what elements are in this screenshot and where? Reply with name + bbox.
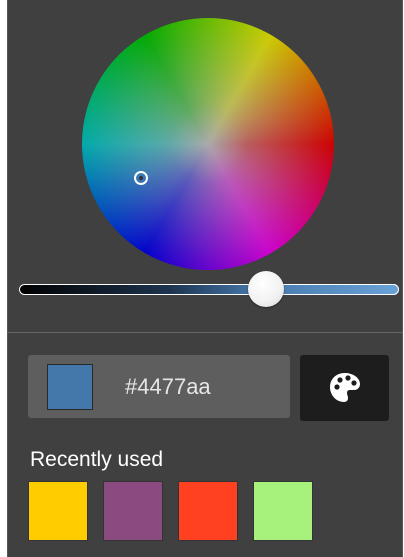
recent-swatch-3[interactable]: [178, 481, 238, 541]
palette-button[interactable]: [300, 355, 389, 421]
recently-used-label: Recently used: [30, 448, 164, 471]
hex-input[interactable]: #4477aa: [125, 372, 211, 402]
brightness-slider-handle[interactable]: [248, 271, 284, 307]
recent-swatch-4[interactable]: [253, 481, 313, 541]
palette-icon: [330, 373, 360, 402]
color-wheel[interactable]: [82, 18, 334, 270]
recent-swatches: [28, 481, 313, 541]
recent-swatch-2[interactable]: [103, 481, 163, 541]
recent-swatch-1[interactable]: [28, 481, 88, 541]
divider: [7, 332, 403, 333]
color-wheel-selector[interactable]: [134, 171, 148, 185]
hex-value[interactable]: 4477aa: [137, 374, 210, 399]
hex-prefix: #: [125, 374, 138, 399]
current-color-swatch: [47, 364, 93, 410]
brightness-slider-track[interactable]: [19, 284, 399, 295]
